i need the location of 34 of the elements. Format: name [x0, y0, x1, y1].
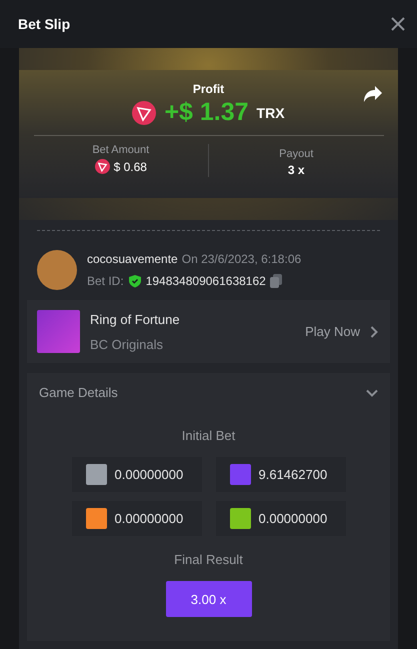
currency-label: TRX	[256, 104, 285, 120]
chevron-down-icon	[366, 388, 378, 396]
profit-amount: +$ 1.37	[164, 98, 249, 127]
bet-value: 0.00000000	[114, 511, 184, 526]
share-icon[interactable]	[363, 85, 383, 103]
bet-id-label: Bet ID:	[87, 274, 124, 288]
stat-label: Payout	[279, 148, 314, 160]
shield-check-icon	[128, 274, 142, 288]
bet-value: 0.00000000	[114, 467, 184, 482]
username[interactable]: cocosuavemente	[87, 252, 178, 266]
bet-id: 194834809061638162	[146, 274, 266, 288]
avatar	[37, 250, 77, 290]
bet-date: On 23/6/2023, 6:18:06	[182, 252, 302, 266]
final-result-badge: 3.00 x	[166, 581, 252, 617]
stat-value: 3 x	[288, 163, 305, 177]
initial-bet-label: Initial Bet	[182, 428, 236, 443]
stat-label: Bet Amount	[92, 144, 150, 156]
stat-value: $ 0.68	[114, 160, 147, 174]
game-thumbnail	[37, 310, 80, 353]
chevron-right-icon	[370, 326, 378, 338]
game-name: Ring of Fortune	[90, 312, 181, 326]
trx-coin-icon	[132, 100, 156, 124]
trx-coin-icon	[94, 159, 110, 174]
final-result-label: Final Result	[174, 552, 243, 567]
bet-value: 0.00000000	[258, 511, 328, 526]
close-icon[interactable]	[391, 17, 405, 31]
play-now-link[interactable]: Play Now	[305, 324, 360, 339]
window-title: Bet Slip	[18, 16, 70, 32]
game-details-toggle[interactable]: Game Details	[27, 373, 390, 412]
game-card[interactable]: Ring of Fortune BC Originals Play Now	[27, 300, 390, 363]
copy-icon[interactable]	[270, 274, 282, 288]
game-provider: BC Originals	[90, 336, 164, 352]
profit-label: Profit	[192, 82, 224, 96]
bet-value: 9.61462700	[258, 467, 328, 482]
